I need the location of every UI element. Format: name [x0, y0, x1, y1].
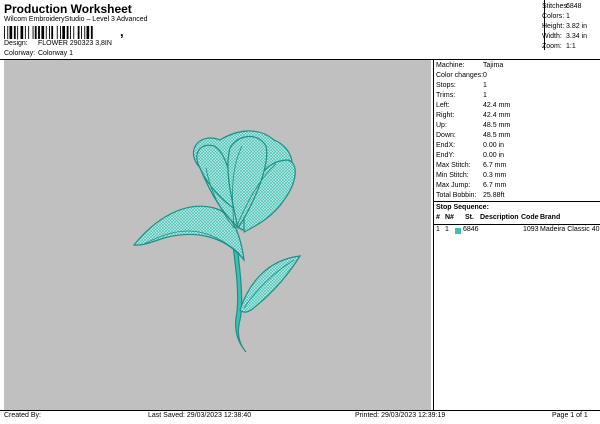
seq-header-cell: Description	[480, 214, 519, 221]
machine-value: 0.00 in	[483, 142, 505, 149]
machine-row: Total Bobbin: 25.88ft	[436, 191, 504, 201]
seq-cell-needle: 1	[445, 226, 449, 233]
machine-value: 0.00 in	[483, 152, 505, 159]
barcode-icon	[4, 26, 93, 39]
machine-label: Right:	[436, 112, 455, 119]
last-saved: Last Saved: 29/03/2023 12:38:40	[148, 412, 252, 419]
stat-label: Stitches:	[542, 3, 569, 10]
machine-label: Stops:	[436, 82, 456, 89]
machine-value: Tajima	[483, 62, 504, 69]
stats-panel: Stitches:6848 Colors: 1 Height: 3.82 in Wi…	[542, 2, 599, 52]
page-number: Page 1 of 1	[552, 412, 588, 419]
machine-row: Color changes:0	[436, 71, 487, 81]
machine-row: Machine: Tajima	[436, 61, 503, 71]
stop-sequence-title: Stop Sequence:	[436, 204, 489, 211]
design-preview[interactable]	[4, 60, 431, 410]
machine-divider	[433, 201, 600, 202]
colorway-label: Colorway:	[4, 50, 36, 57]
printed-date: Printed: 29/03/2023 12:39:19	[355, 412, 446, 419]
colorway-row: Colorway: Colorway 1	[4, 50, 73, 57]
stat-height: Height: 3.82 in	[542, 22, 599, 32]
machine-label: Left:	[436, 102, 450, 109]
stat-value: 1:1	[566, 43, 576, 50]
machine-row: Trims: 1	[436, 91, 487, 101]
machine-label: Machine:	[436, 62, 465, 69]
machine-value: 0	[483, 72, 487, 79]
thread-color-swatch	[455, 228, 461, 234]
machine-value: 6.7 mm	[483, 162, 507, 169]
machine-value: 42.4 mm	[483, 102, 511, 109]
design-value: FLOWER 290323 3,8IN	[38, 40, 112, 47]
design-label: Design:	[4, 40, 28, 47]
machine-label: Min Stitch:	[436, 172, 469, 179]
stat-stitches: Stitches:6848	[542, 2, 599, 12]
stat-colors: Colors: 1	[542, 12, 599, 22]
stat-value: 3.82 in	[566, 23, 588, 30]
machine-label: Max Jump:	[436, 182, 471, 189]
machine-row: Right: 42.4 mm	[436, 111, 510, 121]
design-row: Design: FLOWER 290323 3,8IN	[4, 40, 112, 47]
seq-cell-index: 1	[436, 226, 440, 233]
stat-label: Height:	[542, 23, 565, 30]
software-subtitle: Wilcom EmbroideryStudio – Level 3 Advanc…	[4, 16, 148, 23]
machine-value: 25.88ft	[483, 192, 505, 199]
machine-value: 0.3 mm	[483, 172, 507, 179]
machine-label: EndX:	[436, 142, 456, 149]
seq-cell-stitches: 6846	[463, 226, 479, 233]
seq-header-cell: N#	[445, 214, 454, 221]
machine-value: 48.5 mm	[483, 132, 511, 139]
seq-header-cell: St.	[465, 214, 474, 221]
machine-row: Stops: 1	[436, 81, 487, 91]
seq-header-cell: Brand	[540, 214, 561, 221]
stat-label: Zoom:	[542, 43, 562, 50]
stat-value: 3.34 in	[566, 33, 588, 40]
stat-value: 1	[566, 13, 570, 20]
machine-label: Trims:	[436, 92, 456, 99]
machine-value: 42.4 mm	[483, 112, 511, 119]
seq-header-divider	[433, 224, 600, 225]
page-title: Production Worksheet	[4, 2, 132, 16]
flower-embroidery-icon	[132, 130, 302, 353]
machine-row: Down: 48.5 mm	[436, 131, 510, 141]
seq-header-cell: Code	[521, 214, 539, 221]
machine-label: Total Bobbin:	[436, 192, 477, 199]
machine-label: Up:	[436, 122, 447, 129]
machine-value: 1	[483, 92, 487, 99]
stat-value: 6848	[566, 3, 582, 10]
seq-cell-brand: Madeira Classic 40	[540, 226, 600, 233]
machine-label: Color changes:	[436, 72, 484, 79]
stat-label: Width:	[542, 33, 562, 40]
barcode-tail: ,	[120, 24, 124, 39]
machine-row: EndX: 0.00 in	[436, 141, 504, 151]
machine-value: 6.7 mm	[483, 182, 507, 189]
machine-value: 48.5 mm	[483, 122, 511, 129]
created-by: Created By:	[4, 412, 41, 419]
seq-cell-code: 1093	[523, 226, 539, 233]
stat-width: Width: 3.34 in	[542, 32, 599, 42]
stat-zoom: Zoom: 1:1	[542, 42, 599, 52]
machine-row: Max Stitch: 6.7 mm	[436, 161, 506, 171]
machine-value: 1	[483, 82, 487, 89]
machine-row: Left: 42.4 mm	[436, 101, 510, 111]
machine-row: Up: 48.5 mm	[436, 121, 510, 131]
stat-label: Colors:	[542, 13, 565, 20]
machine-label: EndY:	[436, 152, 455, 159]
footer-divider	[0, 410, 600, 411]
machine-label: Down:	[436, 132, 456, 139]
machine-row: EndY: 0.00 in	[436, 151, 504, 161]
machine-row: Max Jump: 6.7 mm	[436, 181, 506, 191]
machine-label: Max Stitch:	[436, 162, 471, 169]
colorway-value: Colorway 1	[38, 50, 74, 57]
machine-row: Min Stitch: 0.3 mm	[436, 171, 506, 181]
panel-divider	[433, 59, 434, 410]
seq-header-cell: #	[436, 214, 440, 221]
